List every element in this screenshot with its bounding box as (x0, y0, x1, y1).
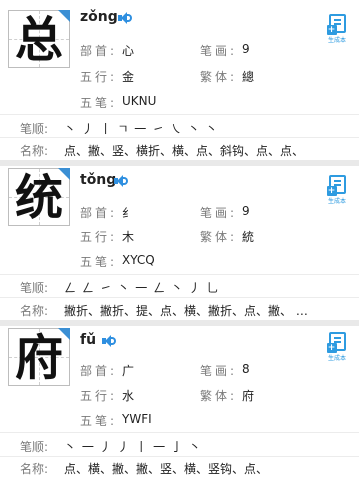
strokes-value: 9 (242, 42, 250, 56)
char-box[interactable]: 总 (8, 10, 70, 68)
stroke-order-label: 笔顺: (20, 440, 49, 454)
strokes-value: 8 (242, 362, 250, 376)
wuxing-value: 金 (122, 70, 135, 84)
radical-label: 部首: (80, 44, 118, 58)
wubi-value: XYCQ (122, 253, 155, 267)
stroke-names-value: 点、横、撇、撇、竖、横、竖钩、点、 (64, 462, 269, 476)
separator (0, 137, 359, 138)
traditional-label: 繁体: (200, 230, 238, 244)
wuxing-label: 五行: (80, 389, 118, 403)
stroke-names-label: 名称: (20, 144, 49, 158)
separator (0, 114, 359, 115)
wuxing-value: 木 (122, 230, 135, 244)
radical-value: 纟 (122, 206, 135, 220)
traditional-label: 繁体: (200, 70, 238, 84)
separator (0, 297, 359, 298)
char-box[interactable]: 府 (8, 328, 70, 386)
wubi-value: YWFI (122, 412, 152, 426)
stroke-names-label: 名称: (20, 462, 49, 476)
notebook-add-icon: + (326, 14, 346, 35)
traditional-value: 總 (242, 70, 255, 84)
strokes-value: 9 (242, 204, 250, 218)
separator (0, 432, 359, 433)
wuxing-label: 五行: (80, 230, 118, 244)
separator (0, 456, 359, 457)
char-box[interactable]: 统 (8, 168, 70, 226)
traditional-value: 統 (242, 230, 255, 244)
generate-notebook-button[interactable]: + 生成本 (325, 14, 349, 44)
notebook-add-icon: + (326, 175, 346, 196)
speaker-icon[interactable] (102, 335, 116, 347)
generate-notebook-button[interactable]: + 生成本 (325, 332, 349, 362)
stroke-names-value: 撇折、撇折、提、点、横、撇折、点、撇、 … (64, 304, 308, 318)
stroke-order-value: ㄥ ㄥ ㇀ 丶 一 ㄥ 丶 丿 乚 (64, 281, 220, 295)
stroke-names-label: 名称: (20, 304, 49, 318)
generate-notebook-button[interactable]: + 生成本 (325, 175, 349, 205)
radical-label: 部首: (80, 206, 118, 220)
pinyin: tǒng (80, 172, 117, 188)
wuxing-value: 水 (122, 389, 135, 403)
pinyin: fǔ (80, 332, 97, 348)
wubi-label: 五笔: (80, 414, 118, 428)
corner-marker-icon (58, 328, 70, 340)
corner-marker-icon (58, 10, 70, 22)
char-card-zong: 总 zǒng + 生成本 部首: 心 笔画: 9 五行: 金 繁体: 總 五笔:… (0, 0, 359, 160)
separator (0, 274, 359, 275)
corner-marker-icon (58, 168, 70, 180)
generate-label: 生成本 (327, 37, 346, 44)
strokes-label: 笔画: (200, 364, 238, 378)
stroke-order-value: 丶 一 丿 丿 丨 一 亅 丶 (64, 440, 202, 454)
generate-label: 生成本 (327, 355, 346, 362)
strokes-label: 笔画: (200, 44, 238, 58)
speaker-icon[interactable] (118, 12, 132, 24)
wubi-label: 五笔: (80, 96, 118, 110)
radical-label: 部首: (80, 364, 118, 378)
char-card-fu: 府 fǔ + 生成本 部首: 广 笔画: 8 五行: 水 繁体: 府 五笔: Y… (0, 326, 359, 481)
stroke-order-label: 笔顺: (20, 122, 49, 136)
radical-value: 心 (122, 44, 135, 58)
generate-label: 生成本 (327, 198, 346, 205)
char-card-tong: 统 tǒng + 生成本 部首: 纟 笔画: 9 五行: 木 繁体: 統 五笔:… (0, 166, 359, 320)
notebook-add-icon: + (326, 332, 346, 353)
speaker-icon[interactable] (114, 175, 128, 187)
wubi-label: 五笔: (80, 255, 118, 269)
traditional-value: 府 (242, 389, 255, 403)
wubi-value: UKNU (122, 94, 157, 108)
stroke-names-value: 点、撇、竖、横折、横、点、斜钩、点、点、 (64, 144, 305, 158)
traditional-label: 繁体: (200, 389, 238, 403)
wuxing-label: 五行: (80, 70, 118, 84)
pinyin: zǒng (80, 9, 118, 25)
stroke-order-label: 笔顺: (20, 281, 49, 295)
stroke-order-value: 丶 丿 丨 ㄱ 一 ㇀ ㇏ 丶 丶 (64, 122, 219, 136)
radical-value: 广 (122, 364, 135, 378)
strokes-label: 笔画: (200, 206, 238, 220)
